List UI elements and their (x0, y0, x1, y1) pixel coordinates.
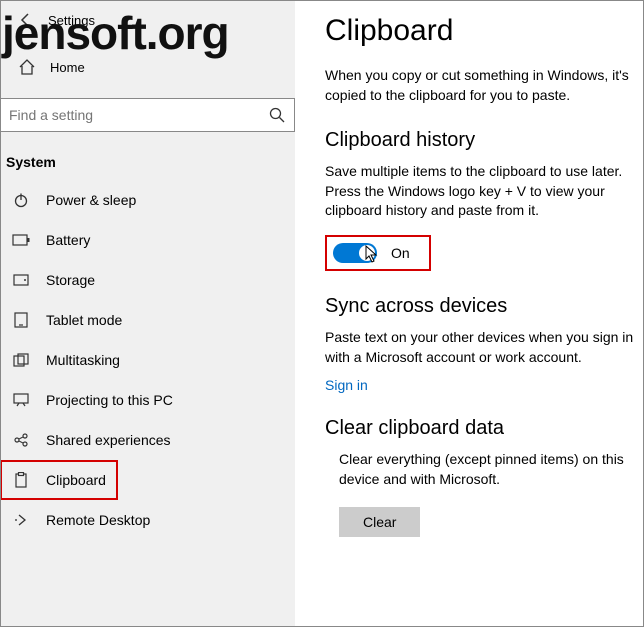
sidebar-item-label: Storage (46, 272, 95, 288)
main-panel: Clipboard When you copy or cut something… (295, 0, 644, 627)
sidebar-item-tablet-mode[interactable]: Tablet mode (0, 300, 295, 340)
sidebar-item-clipboard[interactable]: Clipboard (0, 460, 118, 500)
sidebar-item-battery[interactable]: Battery (0, 220, 295, 260)
search-icon (268, 106, 286, 129)
sidebar: Settings Home System Power & sleep Batte… (0, 0, 295, 627)
sync-heading: Sync across devices (325, 295, 644, 318)
storage-icon (12, 271, 30, 289)
remote-icon (12, 511, 30, 529)
multitask-icon (12, 351, 30, 369)
project-icon (12, 391, 30, 409)
intro-text: When you copy or cut something in Window… (325, 66, 644, 105)
sidebar-item-label: Power & sleep (46, 192, 136, 208)
battery-icon (12, 231, 30, 249)
clear-desc: Clear everything (except pinned items) o… (339, 450, 644, 489)
sidebar-item-label: Projecting to this PC (46, 392, 173, 408)
sign-in-link[interactable]: Sign in (325, 377, 644, 393)
sidebar-item-label: Multitasking (46, 352, 120, 368)
section-heading: System (0, 150, 295, 180)
power-icon (12, 191, 30, 209)
sidebar-item-projecting[interactable]: Projecting to this PC (0, 380, 295, 420)
clear-heading: Clear clipboard data (325, 417, 644, 440)
search-input[interactable] (1, 107, 294, 123)
home-icon[interactable] (18, 58, 36, 76)
toggle-label: On (391, 245, 410, 261)
sidebar-item-label: Clipboard (46, 472, 106, 488)
sidebar-item-label: Tablet mode (46, 312, 122, 328)
clipboard-icon (12, 471, 30, 489)
page-title: Clipboard (325, 14, 644, 48)
sync-desc: Paste text on your other devices when yo… (325, 328, 644, 367)
sidebar-item-multitasking[interactable]: Multitasking (0, 340, 295, 380)
home-label[interactable]: Home (50, 60, 85, 75)
sidebar-item-remote-desktop[interactable]: Remote Desktop (0, 500, 295, 540)
sidebar-item-label: Battery (46, 232, 90, 248)
shared-icon (12, 431, 30, 449)
tablet-icon (12, 311, 30, 329)
back-icon[interactable] (18, 12, 34, 28)
search-box[interactable] (0, 98, 295, 132)
sidebar-item-power-sleep[interactable]: Power & sleep (0, 180, 295, 220)
sidebar-item-shared-experiences[interactable]: Shared experiences (0, 420, 295, 460)
sidebar-item-label: Remote Desktop (46, 512, 150, 528)
sidebar-item-label: Shared experiences (46, 432, 171, 448)
history-desc: Save multiple items to the clipboard to … (325, 162, 644, 221)
cursor-icon (365, 245, 379, 268)
history-toggle-row: On (325, 235, 431, 271)
sidebar-item-storage[interactable]: Storage (0, 260, 295, 300)
clear-button[interactable]: Clear (339, 507, 420, 537)
settings-label: Settings (48, 13, 95, 28)
history-heading: Clipboard history (325, 129, 644, 152)
